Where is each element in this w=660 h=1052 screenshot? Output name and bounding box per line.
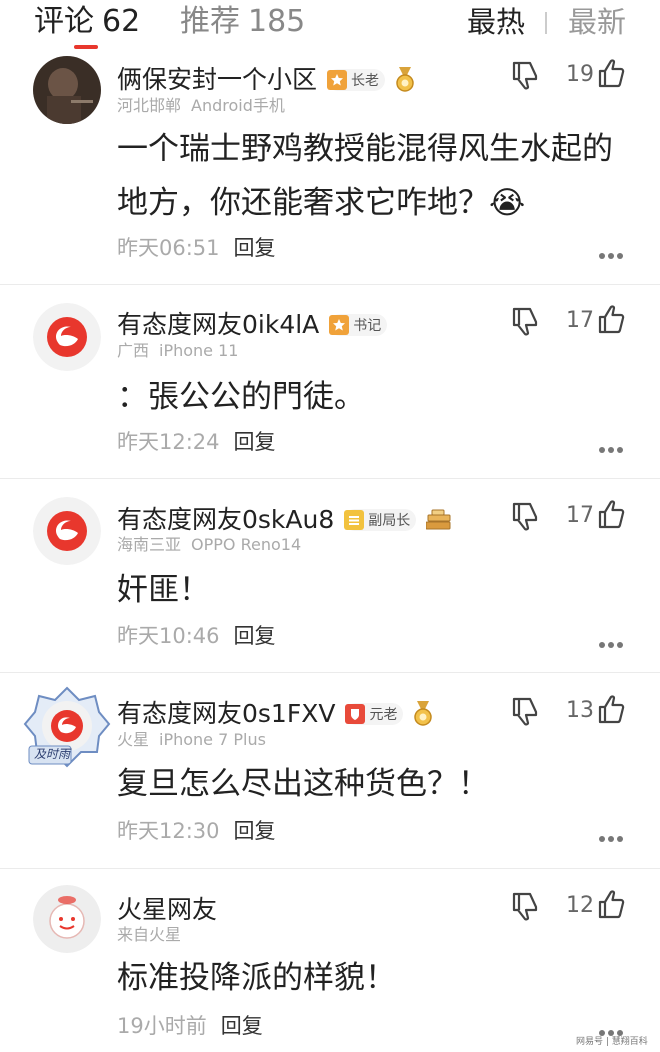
tab-recommend-label: 推荐 — [180, 4, 240, 39]
username[interactable]: 火星网友 — [117, 894, 217, 926]
user-location: 广西 — [117, 341, 150, 360]
comment-text: 复旦怎么尽出这种货色？！ — [117, 766, 489, 802]
avatar-frame-text: 及时雨 — [34, 747, 71, 761]
thumb-down-icon[interactable] — [510, 306, 540, 336]
username[interactable]: 俩保安封一个小区 — [117, 64, 317, 96]
username[interactable]: 有态度网友0skAu8 — [117, 504, 334, 536]
tab-recommend[interactable]: 推荐 185 — [180, 2, 305, 42]
badge-label: 副局长 — [368, 513, 411, 529]
thumb-down-icon[interactable] — [510, 696, 540, 726]
tab-recommend-count: 185 — [248, 4, 306, 39]
like-count: 19 — [566, 62, 594, 87]
like-count: 17 — [566, 308, 594, 333]
user-device: OPPO Reno14 — [191, 535, 302, 554]
level-badge-icon — [345, 704, 366, 724]
thumb-up-icon[interactable] — [597, 304, 625, 334]
user-level-badge: 副局长 — [344, 509, 417, 531]
username[interactable]: 有态度网友0s1FXV — [117, 698, 335, 730]
user-device: iPhone 7 Plus — [159, 730, 266, 749]
user-location: 来自火星 — [117, 925, 182, 944]
user-avatar[interactable] — [33, 56, 101, 124]
comment-text: 奸匪！ — [117, 572, 210, 608]
thumb-up-icon[interactable] — [597, 694, 625, 724]
user-avatar[interactable] — [33, 885, 101, 953]
default-avatar-icon — [33, 303, 101, 371]
level-badge-icon — [327, 70, 348, 90]
user-avatar[interactable] — [33, 303, 101, 371]
user-level-badge: 元老 — [345, 703, 404, 725]
thumb-down-icon[interactable] — [510, 891, 540, 921]
avatar-photo-icon — [33, 56, 101, 124]
tab-comments[interactable]: 评论 62 — [34, 2, 140, 42]
comment-time: 昨天06:51 — [117, 236, 220, 260]
user-device: Android手机 — [191, 96, 285, 115]
more-options-icon[interactable] — [598, 834, 624, 844]
comment-time: 19小时前 — [117, 1014, 207, 1038]
default-avatar-icon — [33, 497, 101, 565]
comment-divider — [0, 868, 660, 869]
tab-comments-count: 62 — [102, 4, 141, 39]
user-location: 海南三亚 — [117, 535, 182, 554]
sort-new-button[interactable]: 最新 — [568, 2, 626, 42]
thumb-up-icon[interactable] — [597, 58, 625, 88]
thumb-down-icon[interactable] — [510, 60, 540, 90]
level-badge-icon — [329, 315, 350, 335]
more-options-icon[interactable] — [598, 640, 624, 650]
user-avatar-framed[interactable]: 及时雨 — [23, 686, 111, 770]
thumb-down-icon[interactable] — [510, 501, 540, 531]
thumb-up-icon[interactable] — [597, 499, 625, 529]
reply-button[interactable]: 回复 — [234, 819, 276, 843]
comment-time: 昨天12:24 — [117, 430, 220, 454]
user-location: 火星 — [117, 730, 150, 749]
comment-divider — [0, 672, 660, 673]
level-badge-icon — [344, 510, 365, 530]
medal-icon — [395, 67, 415, 93]
badge-label: 元老 — [369, 707, 398, 723]
comment-divider — [0, 284, 660, 285]
comment-text: 标准投降派的样貌！ — [117, 960, 396, 996]
comment-header: 评论 62 推荐 185 最热 最新 — [0, 0, 660, 50]
sort-divider — [545, 12, 547, 34]
comment-time: 昨天12:30 — [117, 819, 220, 843]
like-count: 17 — [566, 503, 594, 528]
like-count: 13 — [566, 698, 594, 723]
username[interactable]: 有态度网友0ik4lA — [117, 309, 319, 341]
more-options-icon[interactable] — [598, 251, 624, 261]
mars-user-avatar-icon — [33, 885, 101, 953]
user-location: 河北邯郸 — [117, 96, 182, 115]
comment-time: 昨天10:46 — [117, 624, 220, 648]
medal-icon — [413, 701, 433, 727]
comment-divider — [0, 478, 660, 479]
badge-label: 长老 — [351, 73, 380, 89]
like-count: 12 — [566, 893, 594, 918]
user-avatar[interactable] — [33, 497, 101, 565]
sort-hot-button[interactable]: 最热 — [467, 2, 525, 42]
comment-text: 一个瑞士野鸡教授能混得风生水起的地方，你还能奢求它咋地？😭 — [117, 131, 613, 221]
user-level-badge: 书记 — [329, 314, 388, 336]
reply-button[interactable]: 回复 — [234, 236, 276, 260]
tab-comments-label: 评论 — [34, 4, 94, 39]
books-medal-icon — [426, 509, 452, 531]
source-watermark: 网易号 | 慧翔百科 — [576, 1037, 648, 1047]
thumb-up-icon[interactable] — [597, 889, 625, 919]
reply-button[interactable]: 回复 — [221, 1014, 263, 1038]
user-level-badge: 长老 — [327, 69, 386, 91]
comment-text: ：張公公的門徒。 — [117, 379, 365, 415]
more-options-icon[interactable] — [598, 445, 624, 455]
badge-label: 书记 — [353, 318, 382, 334]
reply-button[interactable]: 回复 — [234, 624, 276, 648]
user-device: iPhone 11 — [159, 341, 239, 360]
reply-button[interactable]: 回复 — [234, 430, 276, 454]
active-tab-indicator — [74, 45, 98, 49]
